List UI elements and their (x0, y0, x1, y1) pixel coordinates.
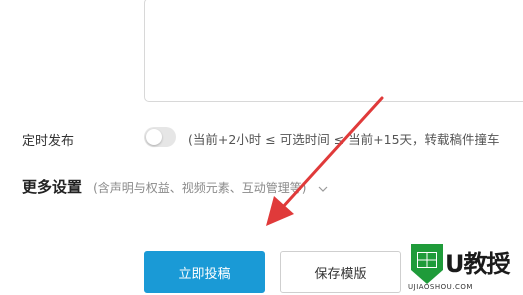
more-settings-row[interactable]: 更多设置 (含声明与权益、视频元素、互动管理等) (22, 176, 328, 197)
schedule-hint: (当前+2小时 ≤ 可选时间 ≤ 当前+15天，转载稿件撞车 (188, 132, 500, 147)
toggle-knob (146, 129, 162, 145)
chevron-down-icon[interactable] (318, 178, 328, 197)
windows-shield-icon (411, 244, 443, 284)
watermark-url: UJIAOSHOU.COM (408, 283, 473, 291)
scheduled-publish-toggle[interactable] (144, 127, 176, 147)
save-template-button[interactable]: 保存模版 (280, 251, 401, 293)
watermark-logo: U教授 UJIAOSHOU.COM (405, 240, 523, 295)
scheduled-publish-label: 定时发布 (22, 134, 75, 149)
description-textarea[interactable] (144, 0, 523, 102)
more-settings-title: 更多设置 (22, 178, 83, 196)
watermark-brand: U教授 (445, 250, 510, 278)
more-settings-subtitle: (含声明与权益、视频元素、互动管理等) (93, 181, 307, 195)
submit-now-button[interactable]: 立即投稿 (144, 251, 265, 293)
